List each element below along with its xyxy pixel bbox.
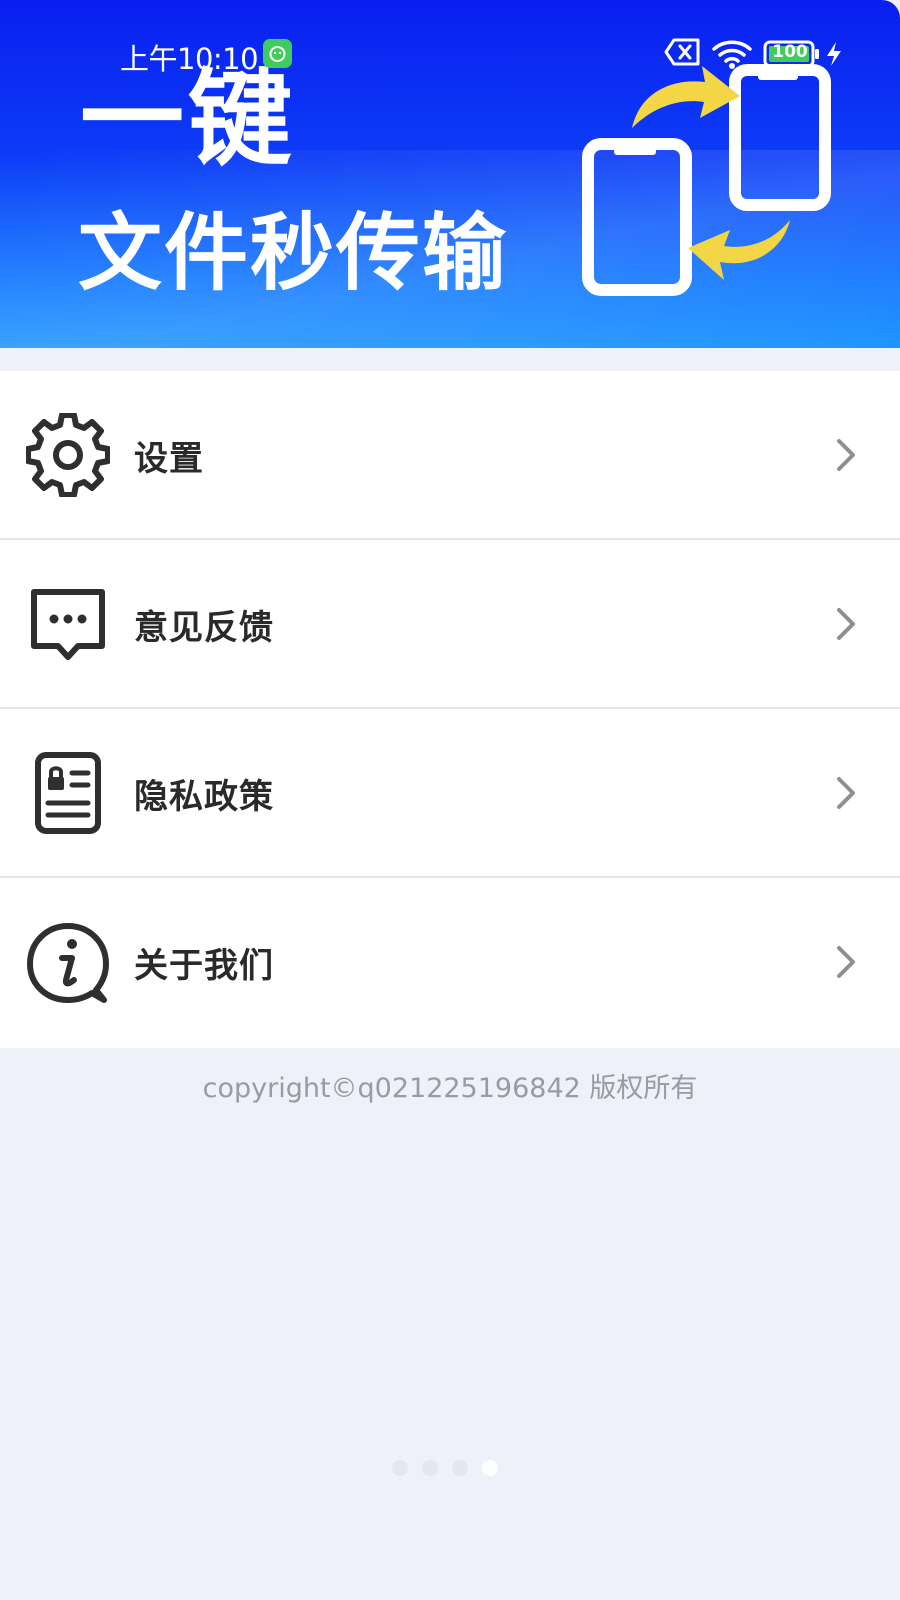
chevron-right-icon [837,608,855,640]
chevron-right-icon [837,946,855,978]
settings-menu: 设置 意见反馈 隐私政策 关于我们 [0,371,900,1048]
copyright-text: copyright©q021225196842 版权所有 [202,1073,698,1104]
menu-item-label: 隐私政策 [134,777,274,817]
menu-item-label: 设置 [134,439,204,479]
status-time: 上午10:10 [120,42,259,76]
menu-item-about[interactable]: 关于我们 [0,878,900,1048]
sim-none-icon [664,38,700,66]
wifi-icon [712,40,752,69]
charging-icon [827,42,841,66]
status-bar: 上午10:10 100 [0,0,900,100]
battery-level: 100 [772,42,808,62]
pager-dots [392,1459,498,1477]
banner-headline-line2: 文件秒传输 [78,204,508,302]
promo-banner[interactable]: 一键 文件秒传输 上午10:10 100 [0,0,900,348]
privacy-icon [35,752,101,834]
pager-dot[interactable] [392,1460,408,1476]
app-notification-icon [263,39,292,68]
pager-dot[interactable] [422,1460,438,1476]
screen: 一键 文件秒传输 上午10:10 100 设置 意见反馈 隐私政策 关于我们 c… [0,0,900,1600]
pager-dot-active[interactable] [482,1460,498,1476]
gear-icon [26,413,110,497]
feedback-icon [31,589,105,660]
pager-dot[interactable] [452,1460,468,1476]
menu-item-feedback[interactable]: 意见反馈 [0,540,900,709]
menu-item-label: 意见反馈 [134,608,274,648]
menu-item-settings[interactable]: 设置 [0,371,900,540]
chevron-right-icon [837,439,855,471]
chevron-right-icon [837,777,855,809]
info-icon [27,923,109,1003]
menu-item-label: 关于我们 [134,946,274,986]
menu-item-privacy[interactable]: 隐私政策 [0,709,900,878]
